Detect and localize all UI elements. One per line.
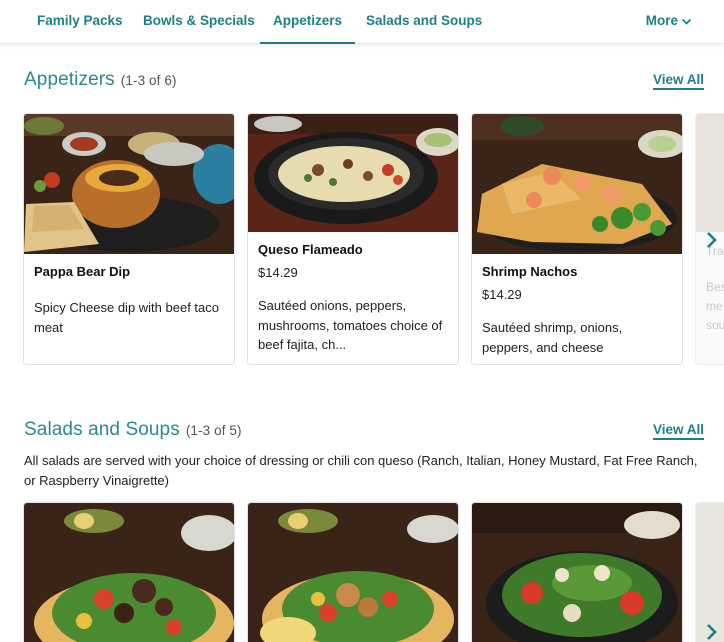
chicken-taco-salad-photo — [248, 503, 458, 642]
menu-card-salad-2[interactable] — [247, 502, 459, 642]
appetizers-view-all-link[interactable]: View All — [652, 72, 704, 90]
shrimp-nachos-photo — [472, 114, 682, 254]
item-description: Sautéed onions, peppers, mushrooms, toma… — [258, 298, 443, 352]
salads-heading: Salads and Soups (1-3 of 5) — [24, 419, 242, 441]
menu-card-partial-salad[interactable] — [695, 502, 724, 642]
item-price: $14.29 — [258, 265, 298, 280]
partial-photo — [696, 114, 724, 232]
menu-card-pappa-bear-dip[interactable]: Pappa Bear Dip Spicy Cheese dip with bee… — [23, 113, 235, 365]
salads-view-all-link[interactable]: View All — [652, 422, 704, 440]
appetizers-count: (1-3 of 6) — [120, 73, 177, 88]
tab-family-packs[interactable]: Family Packs — [37, 0, 123, 44]
item-name: Shrimp Nachos — [482, 264, 578, 279]
chevron-right-icon[interactable] — [701, 622, 721, 642]
partial-desc-2: me — [706, 299, 723, 313]
partial-desc-1: Bes — [706, 280, 724, 294]
item-description: Spicy Cheese dip with beef taco meat — [34, 300, 219, 335]
queso-skillet-photo — [248, 114, 458, 232]
item-name: Queso Flameado — [258, 242, 363, 257]
menu-card-salad-3[interactable] — [471, 502, 683, 642]
item-price: $14.29 — [482, 287, 522, 302]
tab-salads-soups[interactable]: Salads and Soups — [366, 0, 482, 44]
tab-bowls-specials[interactable]: Bowls & Specials — [143, 0, 255, 44]
more-label: More — [645, 13, 678, 28]
salads-count: (1-3 of 5) — [185, 423, 242, 438]
more-menu-button[interactable]: More — [646, 0, 692, 44]
item-description: Sautéed shrimp, onions, peppers, and che… — [482, 320, 623, 355]
item-name: Pappa Bear Dip — [34, 264, 131, 279]
salads-description: All salads are served with your choice o… — [24, 453, 698, 488]
menu-card-shrimp-nachos[interactable]: Shrimp Nachos $14.29 Sautéed shrimp, oni… — [471, 113, 683, 365]
tab-appetizers[interactable]: Appetizers — [260, 0, 356, 44]
green-salad-photo — [472, 503, 682, 642]
appetizers-title: Appetizers — [24, 69, 115, 90]
menu-card-queso-flameado[interactable]: Queso Flameado $14.29 Sautéed onions, pe… — [247, 113, 459, 365]
appetizers-heading: Appetizers (1-3 of 6) — [24, 69, 177, 91]
fajita-taco-salad-photo — [24, 503, 234, 642]
chevron-right-icon[interactable] — [701, 230, 721, 250]
menu-card-salad-1[interactable] — [23, 502, 235, 642]
chevron-down-icon — [681, 18, 692, 25]
partial-desc-3: sou — [706, 318, 724, 332]
salads-title: Salads and Soups — [24, 419, 180, 440]
bread-bowl-cheese-dip-photo — [24, 114, 234, 254]
category-nav: Family Packs Bowls & Specials Appetizers… — [0, 0, 724, 44]
